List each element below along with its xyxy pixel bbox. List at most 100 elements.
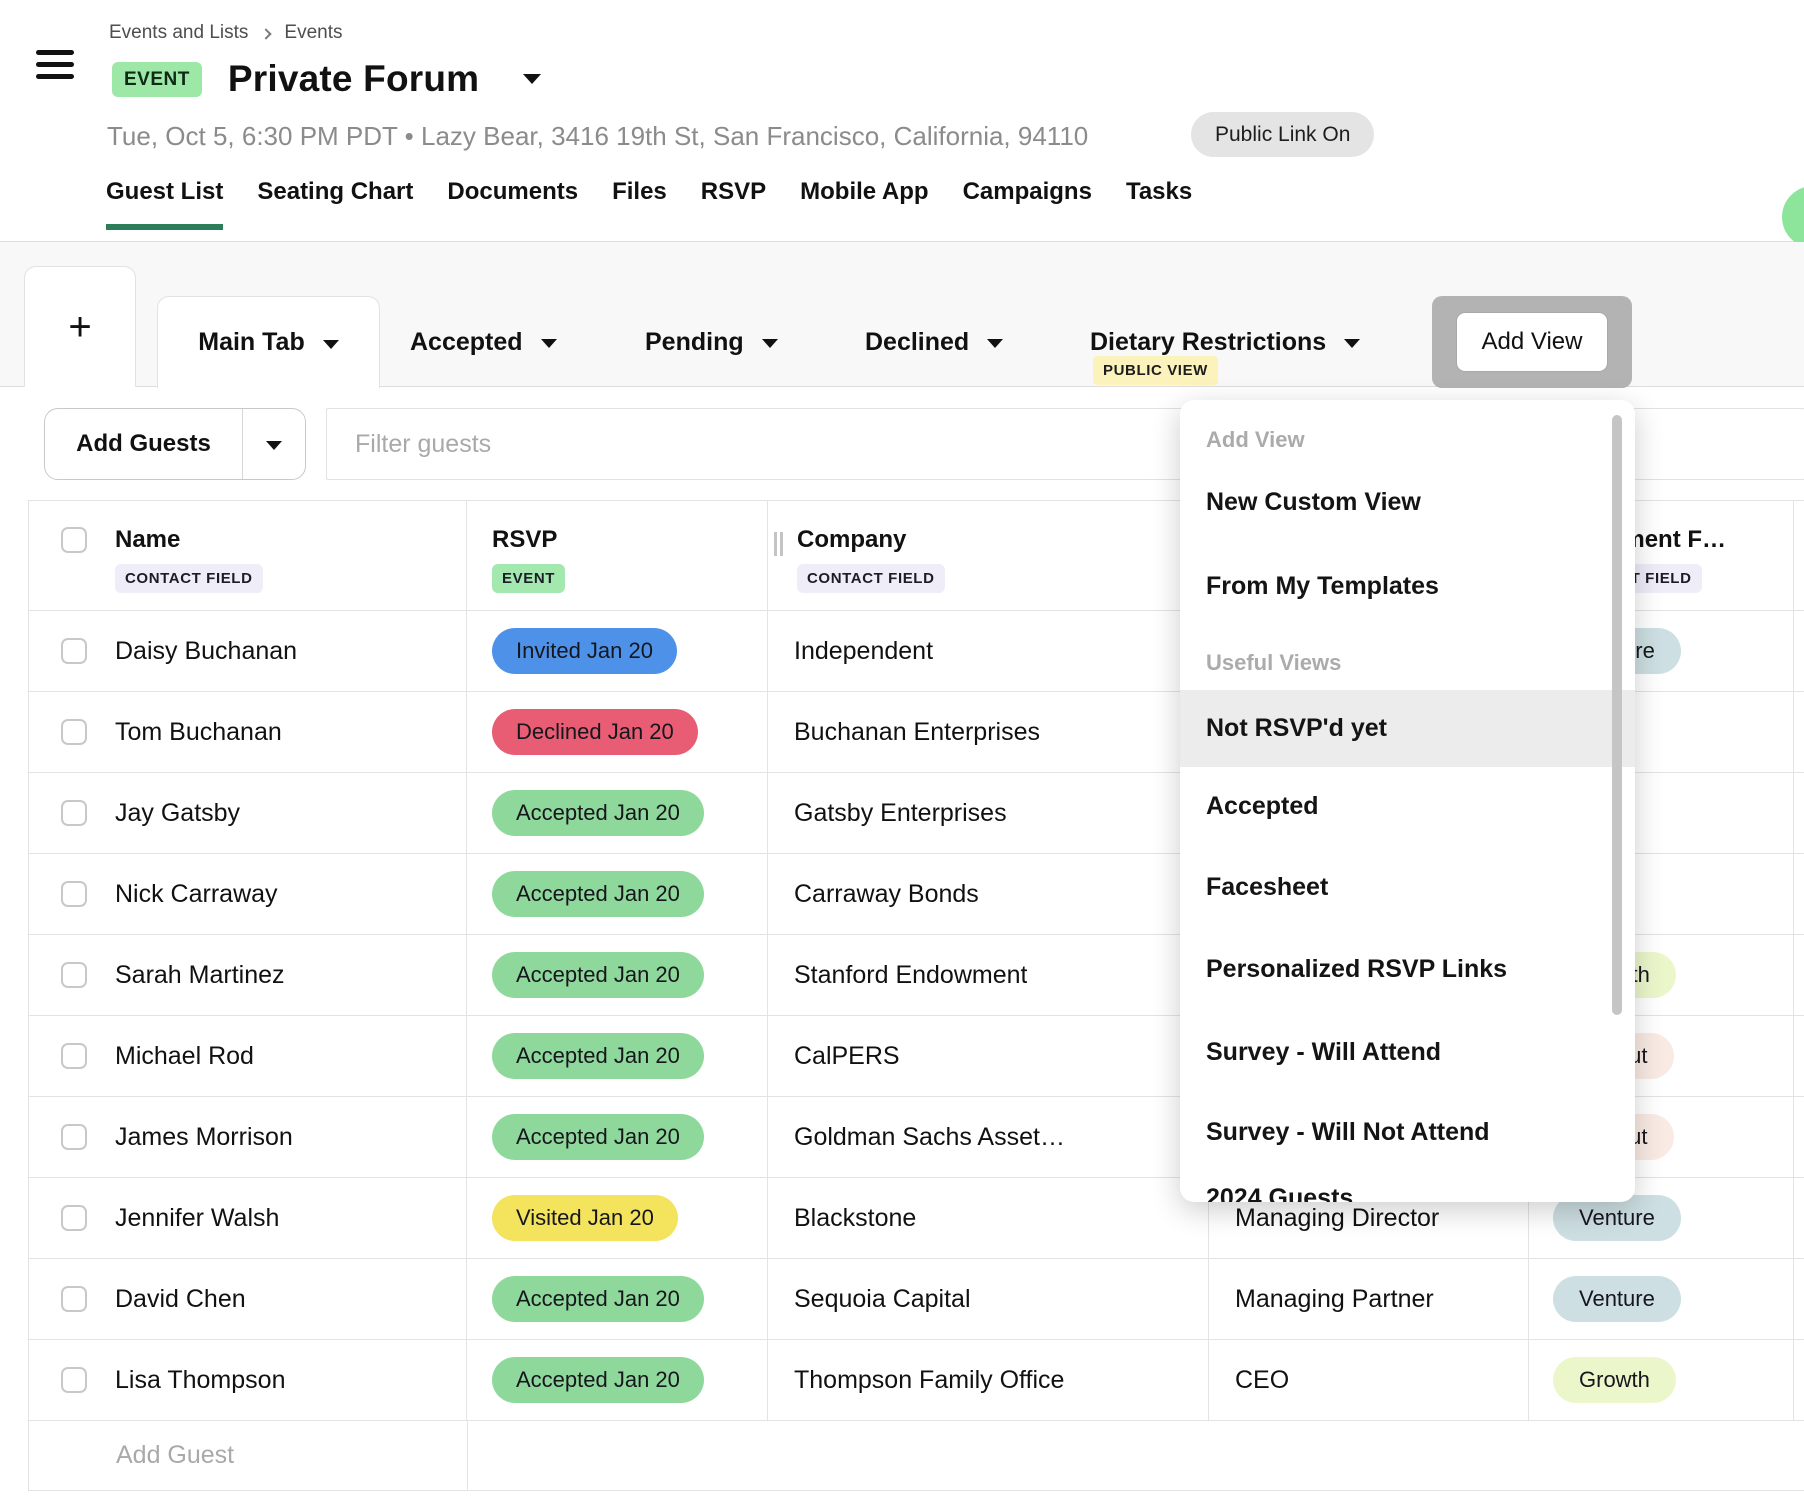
guest-title: Managing Partner [1209, 1285, 1434, 1314]
rsvp-cell: Accepted Jan 20 [467, 1016, 768, 1097]
view-tab-main-tab[interactable]: Main Tab [157, 296, 380, 388]
column-field-badge: CONTACT FIELD [797, 564, 945, 593]
caret-down-icon [541, 339, 557, 348]
row-spacer [1794, 854, 1804, 935]
view-tab-label: Main Tab [198, 328, 304, 357]
row-spacer [1794, 1259, 1804, 1340]
header-cell-content: Name CONTACT FIELD [29, 501, 263, 593]
nav-tab-documents[interactable]: Documents [447, 172, 578, 236]
caret-down-icon [762, 339, 778, 348]
add-view-button[interactable]: Add View [1456, 312, 1608, 372]
row-checkbox[interactable] [61, 800, 87, 826]
dropdown-item-new-custom-view[interactable]: New Custom View [1180, 464, 1635, 541]
caret-down-icon [266, 441, 282, 450]
row-checkbox[interactable] [61, 1124, 87, 1150]
public-link-toggle[interactable]: Public Link On [1191, 112, 1374, 157]
guest-title: Managing Director [1209, 1204, 1439, 1233]
name-cell: David Chen [29, 1259, 467, 1340]
dropdown-item-facesheet[interactable]: Facesheet [1180, 849, 1635, 926]
guest-name: Michael Rod [115, 1042, 254, 1071]
breadcrumb-events[interactable]: Events [284, 22, 342, 44]
name-cell: Jennifer Walsh [29, 1178, 467, 1259]
table-row[interactable]: David ChenAccepted Jan 20Sequoia Capital… [29, 1259, 1804, 1340]
row-checkbox[interactable] [61, 881, 87, 907]
view-tab-pending[interactable]: Pending [645, 296, 778, 388]
row-checkbox[interactable] [61, 1367, 87, 1393]
company-cell: Buchanan Enterprises [768, 692, 1209, 773]
rsvp-cell: Accepted Jan 20 [467, 854, 768, 935]
company-name: Blackstone [768, 1204, 916, 1233]
column-drag-handle[interactable] [774, 532, 783, 556]
row-checkbox[interactable] [61, 719, 87, 745]
nav-tab-seating-chart[interactable]: Seating Chart [257, 172, 413, 236]
dropdown-item-accepted[interactable]: Accepted [1180, 768, 1635, 845]
dropdown-item-from-my-templates[interactable]: From My Templates [1180, 548, 1635, 625]
company-name: Goldman Sachs Asset… [768, 1123, 1065, 1152]
guest-name: James Morrison [115, 1123, 293, 1152]
column-label: Name [115, 526, 180, 554]
name-cell: Sarah Martinez [29, 935, 467, 1016]
dropdown-scrollbar-thumb[interactable] [1612, 415, 1622, 1015]
company-name: Sequoia Capital [768, 1285, 971, 1314]
title-row: EVENT Private Forum [112, 58, 541, 100]
add-view-button-highlight: Add View [1432, 296, 1632, 388]
add-guests-button[interactable]: Add Guests [45, 409, 242, 479]
dropdown-item-not-rsvp-d-yet[interactable]: Not RSVP'd yet [1180, 690, 1635, 767]
add-guest-row[interactable]: Add Guest [29, 1421, 1804, 1491]
dropdown-item-survey-will-attend[interactable]: Survey - Will Attend [1180, 1014, 1635, 1091]
nav-tab-campaigns[interactable]: Campaigns [963, 172, 1092, 236]
nav-tab-files[interactable]: Files [612, 172, 667, 236]
column-label: Company [797, 526, 945, 554]
company-name: CalPERS [768, 1042, 900, 1071]
guest-name: David Chen [115, 1285, 246, 1314]
name-cell: Daisy Buchanan [29, 611, 467, 692]
title-cell: CEO [1209, 1340, 1529, 1421]
header-cell-company: Company CONTACT FIELD [768, 501, 1209, 611]
view-tab-label: Dietary Restrictions [1090, 328, 1326, 357]
dropdown-item-2024-guests[interactable]: 2024 Guests [1180, 1160, 1635, 1202]
row-checkbox[interactable] [61, 1205, 87, 1231]
row-checkbox[interactable] [61, 1286, 87, 1312]
nav-tab-tasks[interactable]: Tasks [1126, 172, 1192, 236]
view-tab-accepted[interactable]: Accepted [410, 296, 557, 388]
view-tab-declined[interactable]: Declined [865, 296, 1003, 388]
title-dropdown-caret-icon[interactable] [523, 74, 541, 84]
page-title: Private Forum [228, 58, 479, 100]
help-peek-button[interactable] [1782, 186, 1804, 248]
add-guests-dropdown-button[interactable] [242, 409, 305, 479]
rsvp-status-badge: Accepted Jan 20 [492, 952, 704, 998]
nav-tab-mobile-app[interactable]: Mobile App [800, 172, 928, 236]
row-checkbox[interactable] [61, 1043, 87, 1069]
rsvp-status-badge: Accepted Jan 20 [492, 1357, 704, 1403]
event-type-badge: EVENT [112, 62, 202, 97]
breadcrumb-events-and-lists[interactable]: Events and Lists [109, 22, 248, 44]
column-field-badge: CONTACT FIELD [115, 564, 263, 593]
header-cell-spacer [1794, 501, 1804, 611]
view-tab-label: Declined [865, 328, 969, 357]
name-cell: Lisa Thompson [29, 1340, 467, 1421]
row-spacer [1794, 611, 1804, 692]
rsvp-status-badge: Accepted Jan 20 [492, 871, 704, 917]
name-cell: Tom Buchanan [29, 692, 467, 773]
public-view-badge: PUBLIC VIEW [1093, 356, 1218, 385]
rsvp-cell: Invited Jan 20 [467, 611, 768, 692]
table-row[interactable]: Lisa Thompson Accepted Jan 20 Thompson Fam… [29, 1340, 1804, 1421]
column-label: RSVP [492, 526, 565, 554]
select-all-checkbox[interactable] [61, 527, 87, 553]
header-cell-rsvp: RSVPEVENT [467, 501, 768, 611]
row-spacer [1794, 935, 1804, 1016]
row-checkbox[interactable] [61, 962, 87, 988]
nav-tab-guest-list[interactable]: Guest List [106, 172, 223, 236]
row-spacer [1794, 1016, 1804, 1097]
company-name: Thompson Family Office [768, 1366, 1064, 1395]
row-checkbox[interactable] [61, 638, 87, 664]
add-tab-button[interactable]: + [24, 266, 136, 387]
rsvp-cell: Accepted Jan 20 [467, 1340, 768, 1421]
dropdown-item-personalized-rsvp-links[interactable]: Personalized RSVP Links [1180, 931, 1635, 1008]
nav-tab-rsvp[interactable]: RSVP [701, 172, 766, 236]
hamburger-menu-icon[interactable] [36, 50, 74, 80]
rsvp-cell: Accepted Jan 20 [467, 1097, 768, 1178]
add-guests-split-button: Add Guests [44, 408, 306, 480]
focus-cell: Growth [1529, 1340, 1794, 1421]
guest-name: Jay Gatsby [115, 799, 240, 828]
